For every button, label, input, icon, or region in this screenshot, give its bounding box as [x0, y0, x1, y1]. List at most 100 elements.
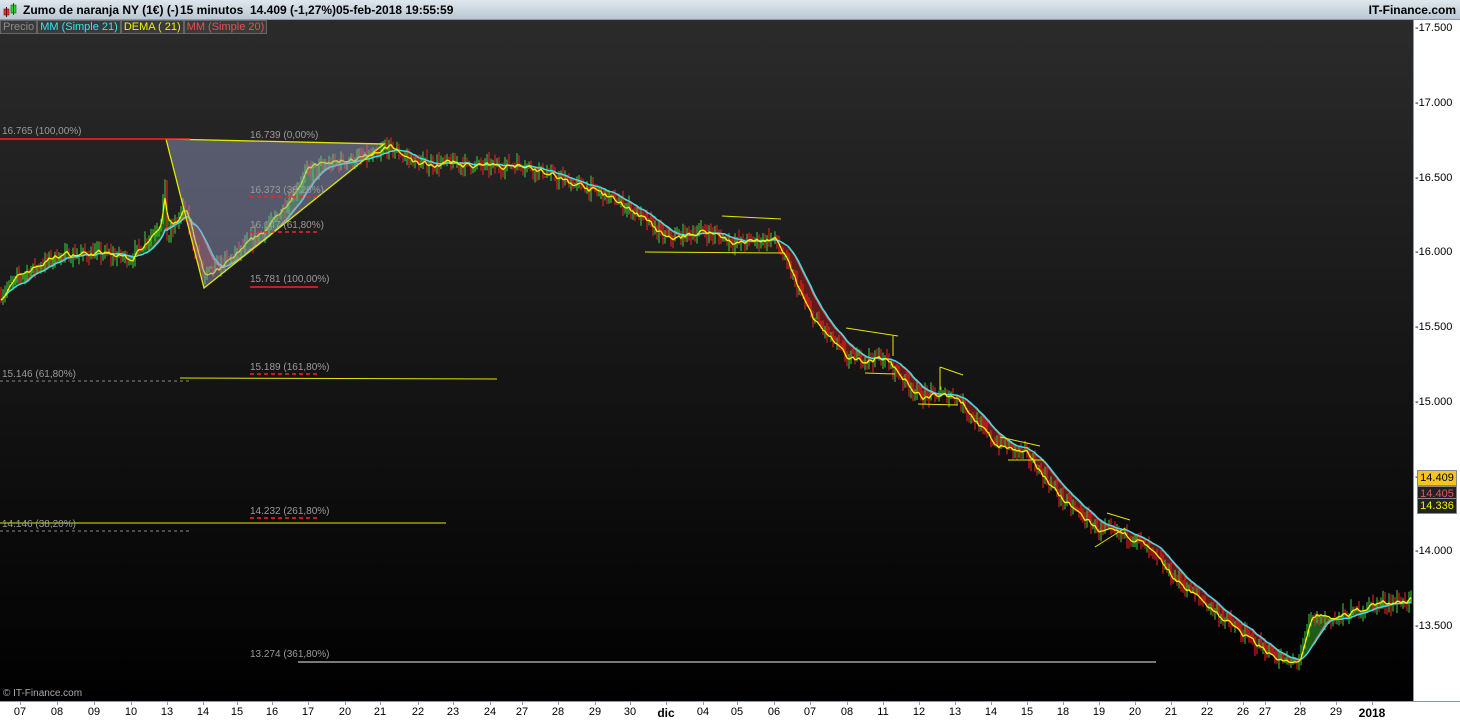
legend-dema21[interactable]: DEMA ( 21) [120, 20, 184, 34]
x-tick-label: 04 [696, 706, 710, 718]
x-tick-label: dic [657, 706, 675, 720]
fibonacci-label: 13.274 (361,80%) [250, 649, 330, 660]
x-tick-label: 08 [840, 706, 854, 718]
x-tick-mark [1265, 701, 1266, 705]
legend-sma20[interactable]: MM (Simple 20) [183, 20, 268, 34]
x-tick-label: 14 [984, 706, 998, 718]
x-tick-mark [1063, 701, 1064, 705]
x-tick-mark [630, 701, 631, 705]
x-tick-label: 15 [230, 706, 244, 718]
x-tick-mark [167, 701, 168, 705]
legend-sma21[interactable]: MM (Simple 21) [37, 20, 121, 34]
x-tick-label: 27 [515, 706, 529, 718]
last-value-tag: 14.409 [1417, 470, 1457, 486]
x-tick-mark [345, 701, 346, 705]
fibonacci-label: 16.739 (0,00%) [250, 130, 319, 141]
y-tick-label: -15.500 [1415, 321, 1453, 333]
x-tick-mark [955, 701, 956, 705]
x-tick-label: 14 [196, 706, 210, 718]
x-tick-mark [1300, 701, 1301, 705]
y-tick-label: -17.000 [1415, 96, 1453, 109]
x-tick-label: 15 [1020, 706, 1034, 718]
y-tick-label: -13.500 [1415, 620, 1453, 632]
x-tick-mark [919, 701, 920, 705]
fibonacci-label: 16.765 (100,00%) [2, 126, 82, 137]
x-tick-label: 2018 [1358, 706, 1386, 720]
x-tick-label: 29 [588, 706, 602, 718]
x-tick-mark [810, 701, 811, 705]
x-tick-mark [1027, 701, 1028, 705]
x-tick-mark [595, 701, 596, 705]
price-chart[interactable] [0, 0, 1460, 720]
x-tick-label: 07 [803, 706, 817, 718]
x-tick-mark [203, 701, 204, 705]
x-tick-mark [558, 701, 559, 705]
x-tick-label: 20 [1128, 706, 1142, 718]
x-tick-mark [237, 701, 238, 705]
x-tick-mark [20, 701, 21, 705]
x-tick-label: 28 [551, 706, 565, 718]
x-tick-mark [1243, 701, 1244, 705]
x-tick-label: 21 [1164, 706, 1178, 718]
x-tick-label: 23 [446, 706, 460, 718]
fibonacci-label: 15.146 (61,80%) [2, 369, 76, 380]
x-tick-mark [131, 701, 132, 705]
x-tick-mark [453, 701, 454, 705]
x-tick-mark [847, 701, 848, 705]
x-tick-mark [1171, 701, 1172, 705]
x-tick-mark [883, 701, 884, 705]
legend-price[interactable]: Precio [0, 20, 38, 34]
x-tick-mark [774, 701, 775, 705]
x-tick-label: 16 [265, 706, 279, 718]
x-tick-mark [666, 701, 667, 705]
x-tick-label: 08 [50, 706, 64, 718]
x-tick-mark [991, 701, 992, 705]
x-tick-label: 20 [338, 706, 352, 718]
x-tick-label: 11 [877, 706, 889, 718]
x-tick-label: 19 [1092, 706, 1106, 718]
x-tick-mark [308, 701, 309, 705]
y-tick-label: -14.000 [1415, 545, 1453, 558]
y-tick-label: -15.000 [1415, 395, 1453, 408]
x-tick-label: 22 [1200, 706, 1214, 718]
x-tick-label: 18 [1056, 706, 1070, 718]
x-tick-label: 17 [301, 706, 315, 718]
x-tick-label: 24 [483, 706, 497, 718]
x-tick-label: 13 [948, 706, 962, 718]
x-tick-mark [418, 701, 419, 705]
x-tick-mark [1372, 701, 1373, 705]
x-tick-label: 27 [1258, 706, 1272, 718]
x-tick-label: 10 [124, 706, 138, 718]
price-axis[interactable] [1413, 20, 1460, 701]
indicator-legend: Precio MM (Simple 21) DEMA ( 21) MM (Sim… [0, 20, 268, 34]
copyright: © IT-Finance.com [3, 688, 83, 699]
x-tick-label: 13 [160, 706, 174, 718]
x-tick-mark [737, 701, 738, 705]
x-tick-label: 26 [1236, 706, 1250, 718]
last-value-tag: 14.336 [1417, 498, 1457, 514]
x-tick-mark [703, 701, 704, 705]
x-tick-mark [1336, 701, 1337, 705]
x-tick-label: 06 [767, 706, 781, 718]
x-tick-label: 22 [411, 706, 425, 718]
x-tick-mark [1207, 701, 1208, 705]
x-tick-label: 29 [1329, 706, 1343, 718]
x-tick-label: 30 [623, 706, 637, 718]
fibonacci-label: 16.147 (61,80%) [250, 220, 324, 231]
x-tick-mark [490, 701, 491, 705]
x-tick-mark [380, 701, 381, 705]
x-tick-mark [1135, 701, 1136, 705]
x-tick-label: 07 [13, 706, 27, 718]
fibonacci-label: 15.781 (100,00%) [250, 274, 330, 285]
x-tick-label: 21 [373, 706, 387, 718]
x-tick-mark [522, 701, 523, 705]
fibonacci-label: 16.373 (38,20%) [250, 185, 324, 196]
fibonacci-label: 15.189 (161,80%) [250, 362, 330, 373]
x-tick-label: 05 [730, 706, 744, 718]
fibonacci-label: 14.232 (261,80%) [250, 506, 330, 517]
x-tick-label: 12 [912, 706, 926, 718]
x-tick-mark [57, 701, 58, 705]
fibonacci-label: 14.146 (38,20%) [2, 519, 76, 530]
x-tick-mark [94, 701, 95, 705]
y-tick-label: -16.500 [1415, 171, 1453, 184]
